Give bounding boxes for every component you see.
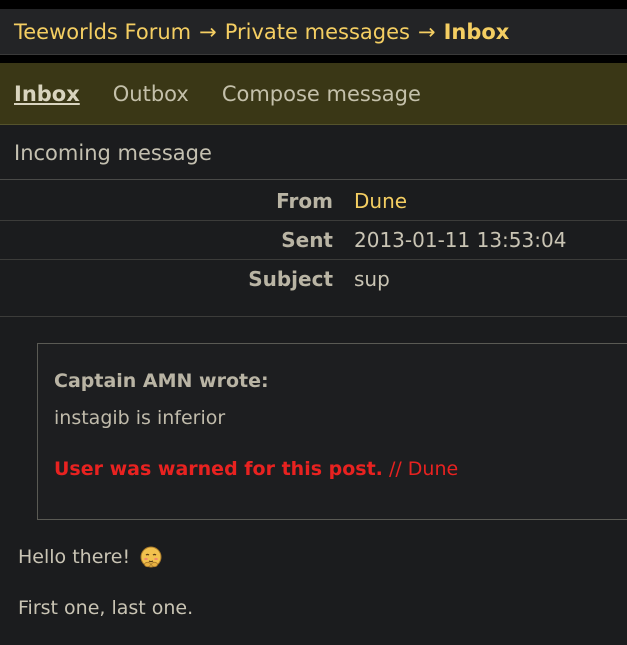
- quote-author: Captain AMN wrote:: [54, 370, 269, 392]
- tab-inbox[interactable]: Inbox: [14, 82, 80, 106]
- breadcrumb-separator: →: [199, 19, 217, 44]
- breadcrumb-item-inbox[interactable]: Inbox: [444, 20, 510, 44]
- message-line-2: First one, last one.: [18, 597, 194, 619]
- sent-label: Sent: [281, 227, 333, 252]
- from-value[interactable]: Dune: [354, 189, 407, 213]
- from-label: From: [276, 188, 333, 213]
- section-title: Incoming message: [0, 126, 627, 180]
- tab-outbox[interactable]: Outbox: [113, 82, 189, 106]
- quote-text: instagib is inferior: [54, 407, 226, 429]
- breadcrumb: Teeworlds Forum → Private messages → Inb…: [0, 9, 627, 55]
- sent-value: 2013-01-11 13:53:04: [354, 227, 567, 252]
- tab-bar: Inbox Outbox Compose message: [0, 63, 627, 125]
- subject-label: Subject: [248, 267, 333, 291]
- shy-face-icon: [139, 545, 163, 569]
- subject-value: sup: [354, 267, 390, 291]
- tab-compose-message[interactable]: Compose message: [222, 82, 421, 106]
- breadcrumb-item-forum[interactable]: Teeworlds Forum: [14, 20, 191, 44]
- message-line-1-text: Hello there!: [18, 546, 131, 568]
- meta-row-subject: Subject sup: [0, 259, 627, 317]
- meta-row-from: From Dune: [0, 181, 627, 221]
- breadcrumb-separator: →: [417, 19, 436, 44]
- meta-row-sent: Sent 2013-01-11 13:53:04: [0, 220, 627, 260]
- breadcrumb-item-private-messages[interactable]: Private messages: [225, 20, 410, 44]
- warning-notice: User was warned for this post. // Dune: [54, 458, 458, 480]
- warning-by: // Dune: [388, 458, 459, 480]
- warning-text: User was warned for this post.: [54, 458, 383, 480]
- message-line-1: Hello there!: [18, 545, 163, 569]
- quote-block: Captain AMN wrote: instagib is inferior …: [37, 343, 627, 520]
